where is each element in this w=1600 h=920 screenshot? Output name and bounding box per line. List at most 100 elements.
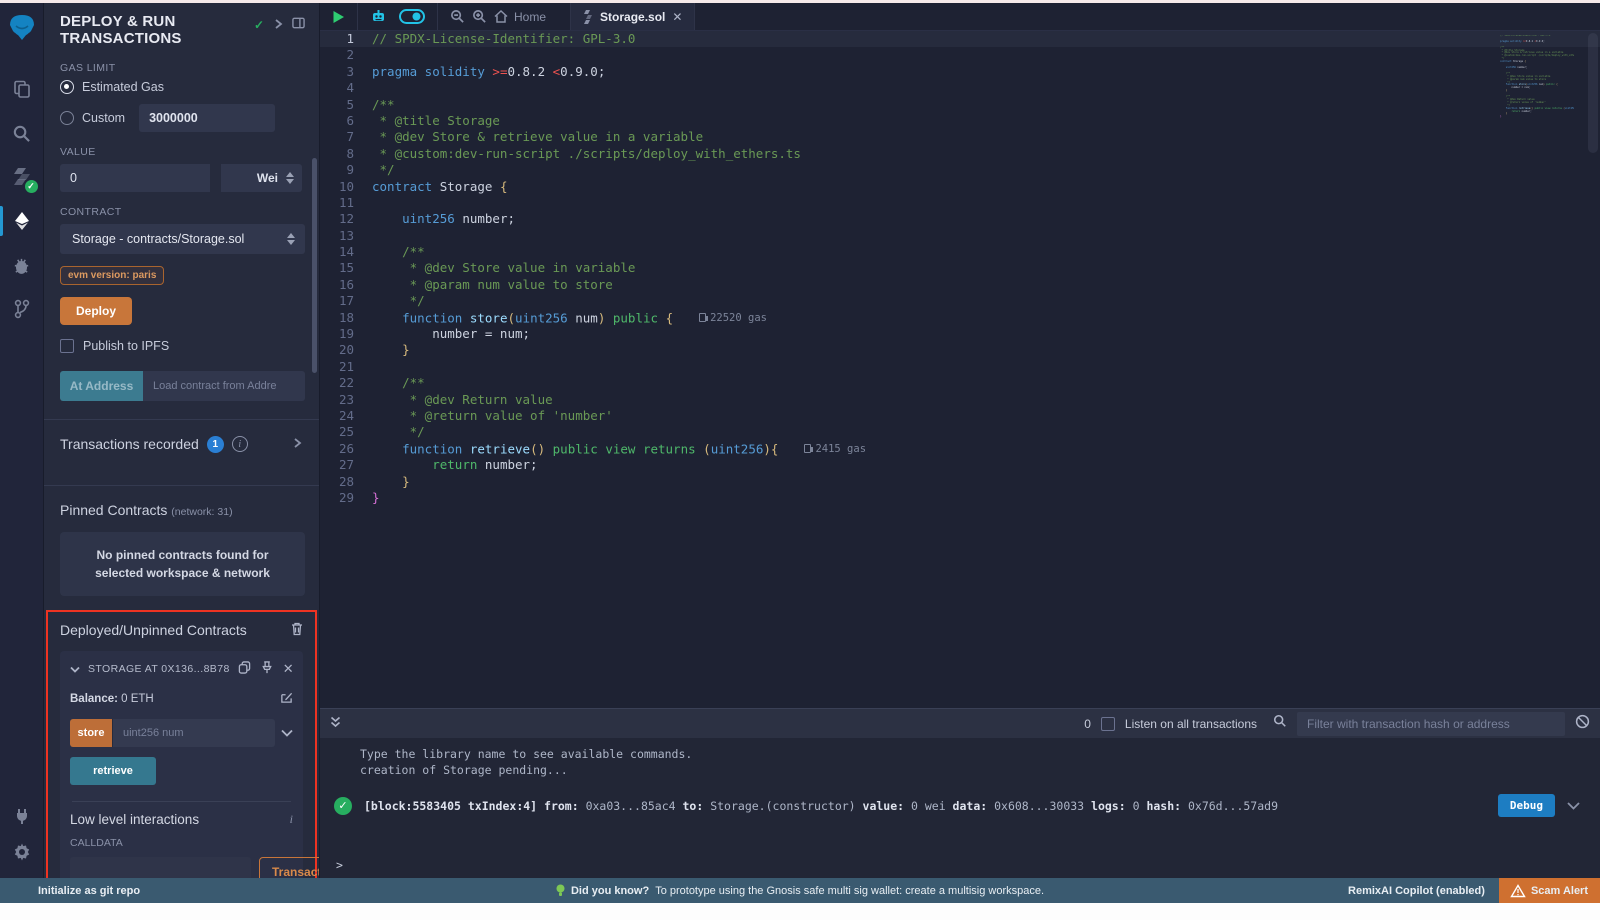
ai-assistant-icon[interactable] [370, 9, 387, 25]
zoom-in-icon[interactable] [472, 9, 487, 24]
plugin-manager-icon[interactable] [0, 798, 44, 834]
transact-button[interactable]: Transact [259, 857, 320, 879]
code-line[interactable]: 25 */ [320, 424, 1600, 440]
panel-scrollbar[interactable] [312, 158, 317, 373]
debug-button[interactable]: Debug [1498, 794, 1555, 817]
minimap[interactable]: // SPDX-License-Identifier: GPL-3.0 prag… [1500, 35, 1574, 119]
publish-ipfs-checkbox[interactable] [60, 339, 74, 353]
tx-expand-icon[interactable] [1567, 799, 1580, 813]
code-line[interactable]: 27 return number; [320, 457, 1600, 473]
git-init-button[interactable]: Initialize as git repo [0, 885, 140, 897]
transactions-recorded-row[interactable]: Transactions recorded 1 i [60, 420, 305, 467]
deploy-run-icon[interactable] [0, 203, 44, 239]
code-line[interactable]: 21 [320, 359, 1600, 375]
estimated-gas-radio[interactable] [60, 80, 74, 94]
solidity-compiler-icon[interactable]: ✓ [0, 159, 44, 195]
code-line[interactable]: 17 */ [320, 293, 1600, 309]
at-address-button[interactable]: At Address [60, 371, 143, 401]
code-line[interactable]: 23 * @dev Return value [320, 392, 1600, 408]
contract-stepper-icon [287, 233, 295, 245]
custom-gas-input[interactable] [139, 104, 275, 132]
editor-toolbar: Home Storage.sol ✕ [320, 3, 1600, 31]
deploy-button[interactable]: Deploy [60, 297, 132, 325]
clear-console-icon[interactable] [1575, 714, 1590, 734]
panel-title: DEPLOY & RUN TRANSACTIONS [60, 13, 210, 48]
code-line[interactable]: 2 [320, 47, 1600, 63]
code-line[interactable]: 19 number = num; [320, 326, 1600, 342]
terminal[interactable]: Type the library name to see available c… [320, 738, 1600, 878]
code-line[interactable]: 4 [320, 80, 1600, 96]
trash-icon[interactable] [291, 622, 303, 639]
zoom-out-icon[interactable] [450, 9, 465, 24]
code-line[interactable]: 7 * @dev Store & retrieve value in a var… [320, 129, 1600, 145]
code-line[interactable]: 18 function store(uint256 num) public {2… [320, 310, 1600, 326]
git-icon[interactable] [0, 291, 44, 327]
code-line[interactable]: 11 [320, 195, 1600, 211]
code-line[interactable]: 14 /** [320, 244, 1600, 260]
run-script-icon[interactable] [332, 10, 345, 24]
code-line[interactable]: 29} [320, 490, 1600, 506]
pin-panel-icon[interactable] [292, 17, 305, 32]
settings-gear-icon[interactable] [0, 834, 44, 870]
evm-version-badge: evm version: paris [60, 266, 164, 285]
custom-gas-option[interactable]: Custom [60, 104, 305, 132]
at-address-input[interactable] [143, 371, 305, 401]
code-line[interactable]: 1// SPDX-License-Identifier: GPL-3.0 [320, 31, 1600, 47]
code-line[interactable]: 22 /** [320, 375, 1600, 391]
estimated-gas-option[interactable]: Estimated Gas [60, 80, 305, 94]
contract-instance-name: STORAGE AT 0X136...8B78 [88, 663, 230, 675]
calldata-input[interactable] [70, 857, 251, 879]
scam-alert-button[interactable]: Scam Alert [1499, 878, 1600, 903]
code-line[interactable]: 8 * @custom:dev-run-script ./scripts/dep… [320, 146, 1600, 162]
terminal-line: creation of Storage pending... [334, 762, 1586, 778]
file-explorer-icon[interactable] [0, 71, 44, 107]
pin-contract-icon[interactable] [261, 661, 273, 677]
code-line[interactable]: 15 * @dev Store value in variable [320, 260, 1600, 276]
expand-params-icon[interactable] [281, 726, 293, 740]
code-line[interactable]: 24 * @return value of 'number' [320, 408, 1600, 424]
custom-gas-radio[interactable] [60, 111, 74, 125]
code-line[interactable]: 6 * @title Storage [320, 113, 1600, 129]
copilot-status[interactable]: RemixAI Copilot (enabled) [1334, 885, 1499, 897]
remix-logo[interactable] [0, 9, 44, 47]
code-line[interactable]: 3pragma solidity >=0.8.2 <0.9.0; [320, 64, 1600, 80]
tx-filter-input[interactable] [1297, 712, 1565, 736]
code-line[interactable]: 20 } [320, 342, 1600, 358]
code-line[interactable]: 10contract Storage { [320, 179, 1600, 195]
retrieve-function-button[interactable]: retrieve [70, 757, 156, 785]
code-line[interactable]: 16 * @param num value to store [320, 277, 1600, 293]
contract-select[interactable]: Storage - contracts/Storage.sol [60, 224, 305, 254]
contract-label: CONTRACT [60, 206, 305, 218]
info-icon[interactable]: i [232, 436, 248, 452]
code-line[interactable]: 5/** [320, 97, 1600, 113]
code-line[interactable]: 9 */ [320, 162, 1600, 178]
value-unit-select[interactable]: Wei [220, 164, 302, 192]
transaction-log-row[interactable]: ✓ [block:5583405 txIndex:4] from: 0xa03.… [334, 794, 1586, 817]
collapse-chevron-icon[interactable] [70, 662, 80, 676]
tab-close-icon[interactable]: ✕ [672, 10, 682, 24]
code-line[interactable]: 28 } [320, 474, 1600, 490]
listen-all-checkbox[interactable] [1101, 717, 1115, 731]
edit-balance-icon[interactable] [280, 691, 293, 707]
terminal-prompt[interactable]: > [334, 858, 1586, 872]
close-contract-icon[interactable]: ✕ [283, 661, 294, 677]
home-tab[interactable]: Home [494, 10, 546, 24]
copilot-toggle[interactable] [399, 9, 425, 24]
terminal-collapse-icon[interactable] [330, 715, 341, 733]
code-line[interactable]: 13 [320, 228, 1600, 244]
code-editor[interactable]: 1// SPDX-License-Identifier: GPL-3.023pr… [320, 31, 1600, 708]
tx-success-icon: ✓ [334, 797, 352, 815]
code-line[interactable]: 26 function retrieve() public view retur… [320, 441, 1600, 457]
expand-chevron-icon[interactable] [293, 437, 301, 451]
panel-chevron-icon[interactable] [274, 18, 282, 32]
debugger-icon[interactable] [0, 247, 44, 283]
store-param-input[interactable] [112, 719, 275, 747]
editor-scrollbar[interactable] [1588, 33, 1598, 153]
store-function-button[interactable]: store [70, 719, 112, 747]
copy-address-icon[interactable] [238, 661, 251, 677]
code-line[interactable]: 12 uint256 number; [320, 211, 1600, 227]
value-input[interactable] [60, 164, 210, 192]
low-level-info-icon[interactable]: i [290, 812, 293, 827]
tab-storage-sol[interactable]: Storage.sol ✕ [570, 3, 695, 30]
search-icon[interactable] [0, 115, 44, 151]
